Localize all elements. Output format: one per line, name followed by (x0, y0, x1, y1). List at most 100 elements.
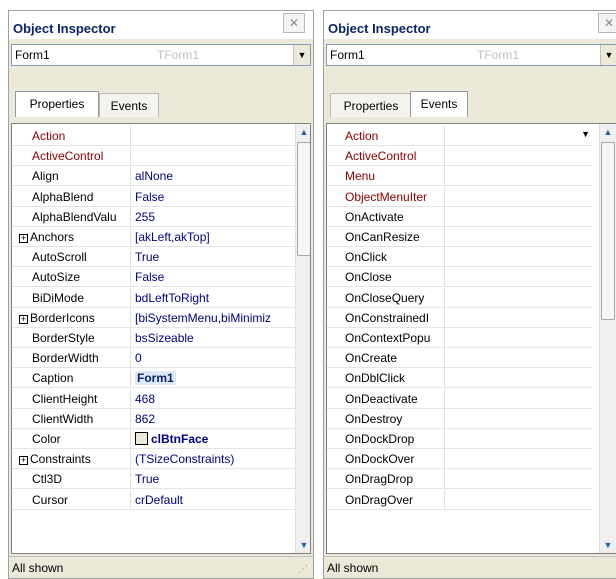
row-value[interactable]: True (135, 472, 293, 486)
grid-row[interactable]: OnDockOver (327, 449, 592, 470)
row-value[interactable]: [biSystemMenu,biMinimiz (135, 311, 293, 325)
tab-properties[interactable]: Properties (15, 91, 99, 117)
grid-row[interactable]: + BorderIcons [biSystemMenu,biMinimiz (12, 307, 295, 328)
dropdown-arrow-icon[interactable]: ▼ (600, 45, 616, 65)
column-divider[interactable] (444, 227, 445, 246)
column-divider[interactable] (130, 146, 131, 166)
grid-row[interactable]: BorderWidth 0 (12, 348, 295, 369)
grid-row[interactable]: OnClose (327, 267, 592, 288)
row-value[interactable]: (TSizeConstraints) (135, 452, 293, 466)
dropdown-arrow-icon[interactable]: ▼ (293, 45, 310, 65)
column-divider[interactable] (444, 206, 445, 226)
column-divider[interactable] (130, 368, 131, 388)
column-divider[interactable] (444, 126, 445, 145)
grid-row[interactable]: OnClick (327, 247, 592, 268)
scroll-up-icon[interactable]: ▲ (296, 124, 310, 140)
grid-row[interactable]: ClientWidth 862 (12, 408, 295, 429)
row-value[interactable]: Form1 (135, 371, 176, 386)
row-value[interactable]: 862 (135, 412, 293, 426)
tab-events[interactable]: Events (99, 93, 159, 117)
row-value[interactable]: bdLeftToRight (135, 291, 293, 305)
close-icon[interactable]: ✕ (598, 13, 616, 33)
grid-row[interactable]: OnDeactivate (327, 388, 592, 409)
column-divider[interactable] (130, 206, 131, 226)
grid-row[interactable]: OnDragOver (327, 489, 592, 510)
column-divider[interactable] (444, 267, 445, 287)
scroll-down-icon[interactable]: ▼ (600, 537, 616, 553)
column-divider[interactable] (130, 449, 131, 469)
column-divider[interactable] (130, 469, 131, 489)
resize-grip-icon[interactable]: ⋰ (298, 564, 310, 576)
column-divider[interactable] (444, 247, 445, 267)
component-selector[interactable]: Form1 TForm1 ▼ (326, 44, 616, 66)
tab-events[interactable]: Events (410, 91, 468, 117)
column-divider[interactable] (444, 287, 445, 307)
grid-row[interactable]: ActiveControl (12, 146, 295, 167)
column-divider[interactable] (130, 348, 131, 368)
grid-row[interactable]: Action (12, 126, 295, 146)
row-value[interactable]: bsSizeable (135, 331, 293, 345)
column-divider[interactable] (130, 227, 131, 246)
component-selector[interactable]: Form1 TForm1 ▼ (11, 44, 311, 66)
grid-row[interactable]: BorderStyle bsSizeable (12, 328, 295, 348)
column-divider[interactable] (444, 146, 445, 166)
grid-row[interactable]: OnCreate (327, 348, 592, 369)
row-value[interactable]: 0 (135, 351, 293, 365)
row-value[interactable]: crDefault (135, 493, 293, 507)
expand-icon[interactable]: + (19, 314, 28, 324)
column-divider[interactable] (130, 408, 131, 428)
column-divider[interactable] (444, 307, 445, 327)
column-divider[interactable] (130, 489, 131, 509)
column-divider[interactable] (444, 469, 445, 489)
tab-properties[interactable]: Properties (330, 93, 412, 117)
grid-row[interactable]: BiDiMode bdLeftToRight (12, 287, 295, 308)
row-value[interactable]: False (135, 190, 293, 204)
grid-row[interactable]: Align alNone (12, 166, 295, 187)
column-divider[interactable] (444, 186, 445, 206)
row-value[interactable]: True (135, 250, 293, 264)
grid-row[interactable]: ClientHeight 468 (12, 388, 295, 409)
grid-row[interactable]: OnConstrainedI (327, 307, 592, 328)
grid-row[interactable]: AlphaBlend False (12, 186, 295, 207)
grid-row[interactable]: OnActivate (327, 206, 592, 227)
dropdown-arrow-icon[interactable]: ▼ (581, 129, 590, 139)
column-divider[interactable] (444, 408, 445, 428)
column-divider[interactable] (444, 348, 445, 368)
grid-row[interactable]: AutoScroll True (12, 247, 295, 268)
row-value[interactable]: 468 (135, 392, 293, 406)
grid-row[interactable]: Cursor crDefault (12, 489, 295, 510)
column-divider[interactable] (130, 267, 131, 287)
column-divider[interactable] (130, 388, 131, 408)
grid-row[interactable]: OnDragDrop (327, 469, 592, 490)
column-divider[interactable] (444, 328, 445, 347)
column-divider[interactable] (130, 166, 131, 186)
grid-row[interactable]: OnDockDrop (327, 429, 592, 449)
scroll-thumb[interactable] (297, 142, 310, 256)
grid-row[interactable]: OnContextPopu (327, 328, 592, 348)
column-divider[interactable] (444, 388, 445, 408)
scroll-down-icon[interactable]: ▼ (296, 537, 310, 553)
column-divider[interactable] (444, 166, 445, 186)
grid-row[interactable]: OnCloseQuery (327, 287, 592, 308)
column-divider[interactable] (130, 247, 131, 267)
row-value[interactable]: [akLeft,akTop] (135, 230, 293, 244)
column-divider[interactable] (444, 429, 445, 448)
grid-row[interactable]: AlphaBlendValu 255 (12, 206, 295, 227)
close-icon[interactable]: ✕ (283, 13, 305, 33)
scroll-up-icon[interactable]: ▲ (600, 124, 616, 140)
grid-row[interactable]: OnDblClick (327, 368, 592, 389)
grid-row[interactable]: Caption Form1 (12, 368, 295, 389)
vertical-scrollbar[interactable]: ▲ ▼ (295, 124, 310, 553)
grid-row[interactable]: ActiveControl (327, 146, 592, 167)
row-value[interactable]: False (135, 270, 293, 284)
scroll-thumb[interactable] (601, 142, 615, 320)
column-divider[interactable] (130, 307, 131, 327)
column-divider[interactable] (444, 489, 445, 509)
column-divider[interactable] (444, 449, 445, 469)
grid-row[interactable]: AutoSize False (12, 267, 295, 288)
row-value[interactable]: clBtnFace (135, 432, 293, 446)
expand-icon[interactable]: + (19, 456, 28, 466)
column-divider[interactable] (130, 429, 131, 448)
grid-row[interactable]: + Anchors [akLeft,akTop] (12, 227, 295, 247)
grid-row[interactable]: Color clBtnFace (12, 429, 295, 449)
